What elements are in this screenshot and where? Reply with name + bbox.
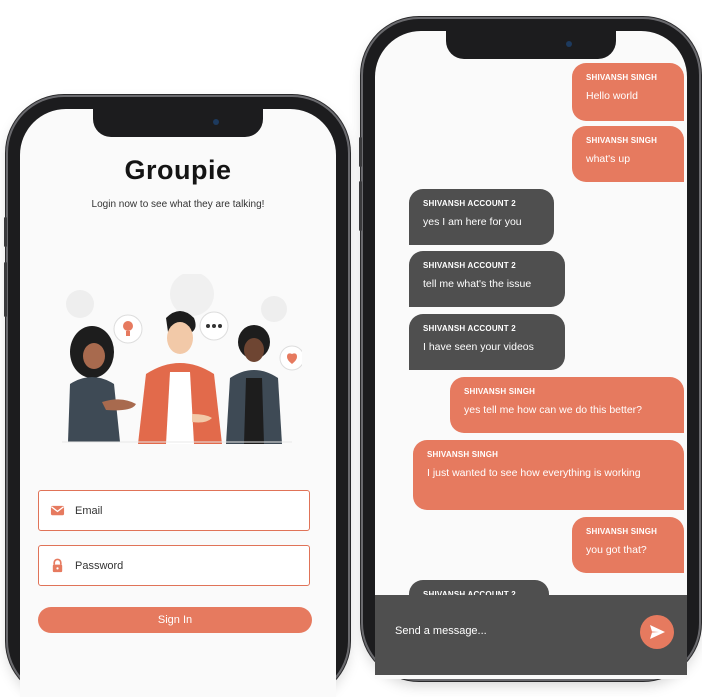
login-screen: Groupie Login now to see what they are t… [20,109,336,697]
people-talking-illustration [62,274,302,444]
message-text: what's up [586,153,631,165]
message-sender: SHIVANSH SINGH [586,136,658,145]
send-icon [650,625,665,639]
password-input[interactable] [73,546,302,586]
woman-right-figure [226,325,282,444]
message-composer [375,595,687,675]
phone-side-button [4,262,7,317]
message-input[interactable] [393,619,617,643]
message-text: yes tell me how can we do this better? [464,404,643,416]
message-sender: SHIVANSH SINGH [464,387,536,396]
ellipsis-bubble-icon [199,311,229,341]
chat-screen: SHIVANSH SINGH Hello world SHIVANSH SING… [375,31,687,679]
message-sender: SHIVANSH SINGH [586,527,658,536]
send-button[interactable] [640,615,674,649]
app-title: Groupie [124,155,232,185]
message-sender: SHIVANSH ACCOUNT 2 [423,324,516,333]
phone-side-button [359,181,362,231]
phone-side-button [4,217,7,247]
message-text: I have seen your videos [423,341,534,353]
mail-icon [50,505,65,516]
message-bubble-sent: SHIVANSH SINGH Hello world [572,63,684,121]
message-sender: SHIVANSH ACCOUNT 2 [423,199,516,208]
lock-icon [52,558,63,573]
heart-bubble-icon [279,345,302,371]
phone-side-button [359,137,362,167]
message-text: tell me what's the issue [423,278,532,290]
message-bubble-received: SHIVANSH ACCOUNT 2 tell me what's the is… [409,251,565,307]
message-bubble-sent: SHIVANSH SINGH I just wanted to see how … [413,440,684,510]
lightbulb-bubble-icon [113,314,143,344]
phone-notch [446,31,616,59]
password-field[interactable] [38,545,310,586]
email-input[interactable] [73,491,302,531]
chat-phone-frame: SHIVANSH SINGH Hello world SHIVANSH SING… [359,19,699,679]
woman-left-figure [68,326,136,442]
sign-in-button[interactable]: Sign In [38,607,312,633]
message-bubble-received: SHIVANSH ACCOUNT 2 yes I am here for you [409,189,554,245]
message-sender: SHIVANSH ACCOUNT 2 [423,261,516,270]
message-bubble-sent: SHIVANSH SINGH yes tell me how can we do… [450,377,684,433]
message-bubble-received: SHIVANSH ACCOUNT 2 I have seen your vide… [409,314,565,370]
email-field[interactable] [38,490,310,531]
login-phone-frame: Groupie Login now to see what they are t… [4,97,348,697]
message-sender: SHIVANSH SINGH [427,450,499,459]
message-bubble-sent: SHIVANSH SINGH you got that? [572,517,684,573]
message-text: yes I am here for you [423,216,522,228]
message-text: I just wanted to see how everything is w… [427,467,641,479]
phone-notch [93,109,263,137]
message-sender: SHIVANSH SINGH [586,73,658,82]
message-text: Hello world [586,90,638,102]
message-bubble-sent: SHIVANSH SINGH what's up [572,126,684,182]
message-text: you got that? [586,544,647,556]
login-subtitle: Login now to see what they are talking! [91,199,265,210]
